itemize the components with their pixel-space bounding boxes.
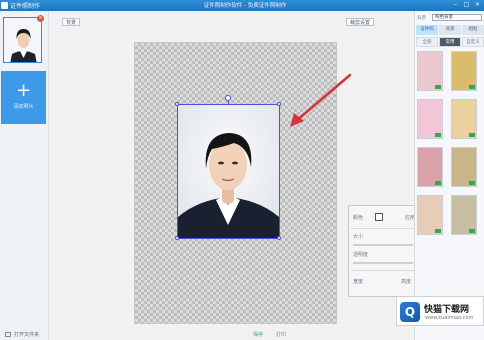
- tab-background[interactable]: 背景: [439, 25, 461, 35]
- size-slider[interactable]: [353, 244, 413, 246]
- rotate-handle-icon[interactable]: [225, 95, 231, 101]
- resize-handle-top-left[interactable]: [175, 102, 179, 106]
- template-tile[interactable]: [417, 51, 443, 91]
- opacity-label: 透明度: [353, 252, 369, 258]
- canvas-background-button[interactable]: 背景: [62, 18, 81, 26]
- site-url: www.kuaimiao.com: [425, 315, 474, 321]
- color-label: 颜色: [353, 215, 364, 221]
- template-tile[interactable]: [451, 51, 477, 91]
- photo-thumbnail[interactable]: [3, 17, 42, 63]
- template-tile[interactable]: [451, 147, 477, 187]
- print-button[interactable]: 打印: [276, 331, 286, 338]
- arrow-annotation-icon: [290, 73, 352, 127]
- add-photo-label: 添加照片: [13, 104, 34, 110]
- remove-photo-icon[interactable]: ×: [37, 15, 44, 22]
- minimize-icon[interactable]: –: [452, 1, 459, 9]
- background-select[interactable]: 纯色背景: [432, 14, 482, 21]
- right-panel: 背景 纯色背景 证件照 背景 相框 全部 常用 自定义: [414, 11, 484, 340]
- maximize-icon[interactable]: □: [463, 1, 470, 9]
- selected-tag: [469, 133, 475, 137]
- tab-frame[interactable]: 相框: [462, 25, 484, 35]
- folder-icon[interactable]: [5, 332, 11, 337]
- resize-handle-bottom-right[interactable]: [277, 236, 281, 240]
- opacity-slider[interactable]: [353, 262, 413, 264]
- template-tile[interactable]: [451, 195, 477, 235]
- selected-tag: [469, 85, 475, 89]
- add-icon: +: [15, 80, 32, 101]
- subtab-custom[interactable]: 自定义: [462, 37, 484, 47]
- selection-box[interactable]: [177, 104, 280, 239]
- subtab-all[interactable]: 全部: [416, 37, 438, 47]
- size-label: 大小: [353, 234, 364, 240]
- right-tabs: 证件照 背景 相框: [416, 25, 484, 35]
- template-tile[interactable]: [417, 195, 443, 235]
- selected-tag: [435, 229, 441, 233]
- width-label: 宽度: [353, 279, 364, 285]
- background-selector: 背景 纯色背景: [415, 13, 484, 22]
- crop-settings-button[interactable]: 裁剪设置: [346, 18, 375, 26]
- add-photo-button[interactable]: + 添加照片: [1, 71, 46, 124]
- template-tile[interactable]: [451, 99, 477, 139]
- selected-tag: [435, 133, 441, 137]
- app-icon: [1, 2, 8, 9]
- subtab-common[interactable]: 常用: [439, 37, 461, 47]
- left-panel: × + 添加照片 打开文件夹: [0, 11, 49, 340]
- open-folder-link[interactable]: 打开文件夹: [14, 331, 39, 338]
- selected-tag: [469, 181, 475, 185]
- window-title: 证件照制作软件 - 免费证件照制作: [203, 3, 287, 9]
- site-title: 快猫下载网: [424, 305, 470, 315]
- template-tile[interactable]: [417, 99, 443, 139]
- site-watermark: Q 快猫下载网 www.kuaimiao.com: [396, 296, 484, 326]
- tab-id-photo[interactable]: 证件照: [416, 25, 438, 35]
- close-icon[interactable]: ×: [474, 1, 481, 9]
- site-logo: Q: [400, 302, 420, 322]
- right-subtabs: 全部 常用 自定义: [416, 37, 484, 47]
- resize-handle-bottom-left[interactable]: [175, 236, 179, 240]
- color-swatch[interactable]: [375, 213, 383, 221]
- template-tile[interactable]: [417, 147, 443, 187]
- app-name: 证件照制作: [10, 3, 41, 10]
- selected-tag: [469, 229, 475, 233]
- editor-canvas[interactable]: 背景 裁剪设置 颜色 应用 大小 透明度 宽度 高度: [50, 11, 428, 340]
- save-button[interactable]: 保存: [253, 331, 263, 338]
- selected-tag: [435, 181, 441, 185]
- height-label: 高度: [401, 279, 412, 285]
- titlebar: 证件照制作 证件照制作软件 - 免费证件照制作 – □ ×: [0, 0, 484, 11]
- selected-tag: [435, 85, 441, 89]
- background-label: 背景: [417, 16, 426, 21]
- resize-handle-top-right[interactable]: [277, 102, 281, 106]
